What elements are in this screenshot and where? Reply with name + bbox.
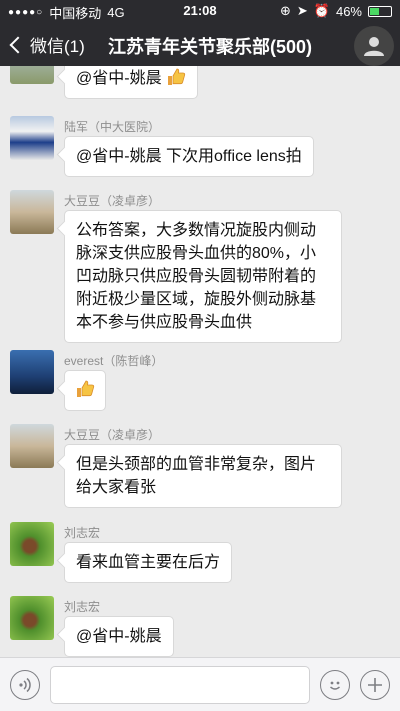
thumbs-up-icon	[77, 380, 95, 397]
avatar[interactable]	[10, 596, 54, 640]
battery-percent: 46%	[335, 3, 362, 19]
avatar[interactable]	[10, 424, 54, 468]
battery-icon	[368, 5, 392, 17]
message-line: 但是头颈部的血管非常复杂，图片	[76, 456, 317, 473]
sender-name: 大豆豆（凌卓彦）	[64, 428, 161, 442]
message-bubble[interactable]	[64, 370, 106, 411]
message-text: @省中-姚晨 下次用office lens拍	[76, 148, 302, 165]
location-icon: ➤	[296, 3, 308, 18]
nav-bar: 微信(1) 江苏青年关节聚乐部(500)	[0, 22, 400, 66]
person-icon	[364, 37, 384, 56]
message-line: 凹动脉只供应股骨头圆韧带附着的	[76, 268, 317, 285]
group-info-button[interactable]	[354, 26, 394, 66]
message-text: @省中-姚晨	[76, 628, 162, 645]
message-line: 脉深支供应股骨头血供的80%，小	[76, 245, 317, 262]
back-label: 微信(1)	[30, 37, 85, 56]
alarm-icon: ⏰	[313, 3, 330, 18]
message-line: 给大家看张	[76, 479, 157, 496]
message-text: 看来血管主要在后方	[76, 554, 221, 571]
avatar[interactable]	[10, 522, 54, 566]
plus-icon	[368, 678, 382, 692]
message-line: 附近极少量区域，旋股外侧动脉基	[76, 291, 317, 308]
chevron-left-icon	[9, 36, 27, 53]
thumbs-up-icon	[168, 68, 186, 85]
chat-area[interactable]: @省中-姚晨 陆军（中大医院） @省中-姚晨 下次用office lens拍 大…	[0, 66, 400, 657]
sender-name: 陆军（中大医院）	[64, 120, 161, 134]
voice-button[interactable]	[10, 670, 40, 700]
sender-name: everest（陈哲峰）	[64, 354, 164, 368]
message-bubble[interactable]: 但是头颈部的血管非常复杂，图片 给大家看张	[64, 444, 342, 508]
voice-icon	[19, 677, 31, 693]
avatar[interactable]	[10, 116, 54, 160]
avatar[interactable]	[10, 190, 54, 234]
chat-title: 江苏青年关节聚乐部(500)	[108, 37, 313, 57]
back-button[interactable]: 微信(1)	[8, 32, 85, 57]
message-bubble[interactable]: @省中-姚晨	[64, 66, 199, 99]
smiley-icon	[330, 681, 340, 690]
avatar[interactable]	[10, 66, 54, 84]
message-bubble[interactable]: 公布答案，大多数情况旋股内侧动 脉深支供应股骨头血供的80%，小 凹动脉只供应股…	[64, 210, 342, 343]
more-button[interactable]	[360, 670, 390, 700]
battery-fill	[370, 7, 380, 15]
status-bar: ●●●●○ 中国移动 4G 21:08 ⊕ ➤ ⏰ 46%	[0, 0, 400, 22]
sender-name: 刘志宏	[64, 600, 101, 614]
message-bubble[interactable]: @省中-姚晨	[64, 616, 174, 657]
avatar[interactable]	[10, 350, 54, 394]
message-text: @省中-姚晨	[76, 70, 167, 87]
message-input[interactable]	[50, 666, 310, 704]
message-line: 本不参与供应股骨头血供	[76, 314, 253, 331]
emoji-button[interactable]	[320, 670, 350, 700]
input-bar	[0, 657, 400, 711]
message-bubble[interactable]: 看来血管主要在后方	[64, 542, 233, 583]
sender-name: 刘志宏	[64, 526, 101, 540]
message-bubble[interactable]: @省中-姚晨 下次用office lens拍	[64, 136, 314, 177]
lock-rotation-icon: ⊕	[279, 3, 291, 18]
sender-name: 大豆豆（凌卓彦）	[64, 194, 161, 208]
message-line: 公布答案，大多数情况旋股内侧动	[76, 222, 317, 239]
